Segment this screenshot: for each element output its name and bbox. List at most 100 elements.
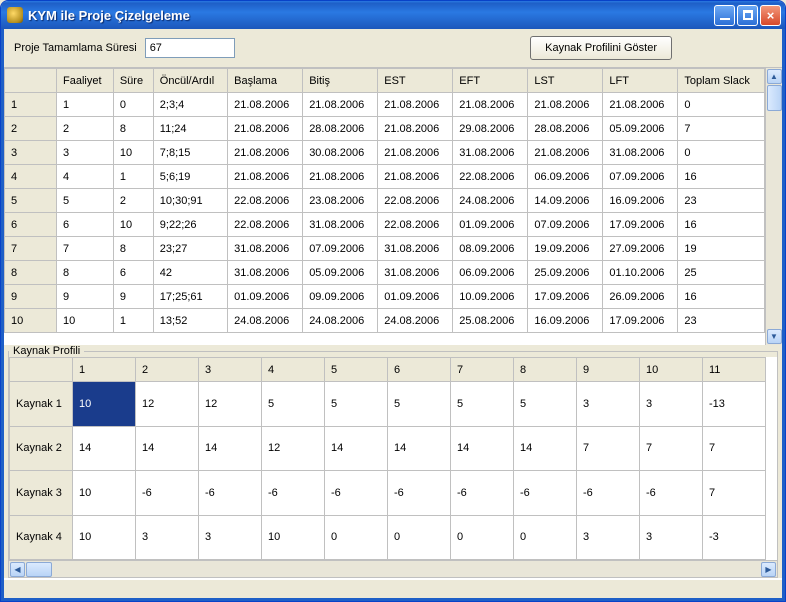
cell[interactable]: 01.10.2006 <box>603 261 678 285</box>
cell[interactable]: 7 <box>57 237 114 261</box>
cell[interactable]: 05.09.2006 <box>303 261 378 285</box>
row-header[interactable]: 10 <box>5 309 57 333</box>
cell[interactable]: -6 <box>199 471 262 516</box>
cell[interactable]: -6 <box>325 471 388 516</box>
cell[interactable]: 01.09.2006 <box>453 213 528 237</box>
cell[interactable]: 21.08.2006 <box>378 141 453 165</box>
cell[interactable]: 24.08.2006 <box>303 309 378 333</box>
cell[interactable]: 22.08.2006 <box>378 213 453 237</box>
cell[interactable]: 01.09.2006 <box>228 285 303 309</box>
row-header[interactable]: 4 <box>5 165 57 189</box>
table-row[interactable]: Kaynak 11012125555533-13 <box>10 382 766 427</box>
table-row[interactable]: 22811;2421.08.200628.08.200621.08.200629… <box>5 117 765 141</box>
scroll-thumb[interactable] <box>767 85 782 111</box>
cell[interactable]: 1 <box>113 165 153 189</box>
cell[interactable]: 21.08.2006 <box>228 93 303 117</box>
activity-grid[interactable]: FaaliyetSüreÖncül/ArdılBaşlamaBitişESTEF… <box>4 68 765 345</box>
cell[interactable]: 21.08.2006 <box>378 165 453 189</box>
cell[interactable]: 0 <box>325 515 388 560</box>
cell[interactable]: 31.08.2006 <box>603 141 678 165</box>
table-row[interactable]: 99917;25;6101.09.200609.09.200601.09.200… <box>5 285 765 309</box>
column-header[interactable]: LST <box>528 69 603 93</box>
column-header[interactable]: 2 <box>136 358 199 382</box>
column-header[interactable]: Başlama <box>228 69 303 93</box>
cell[interactable]: 17.09.2006 <box>528 285 603 309</box>
cell[interactable]: 29.08.2006 <box>453 117 528 141</box>
cell[interactable]: 6 <box>113 261 153 285</box>
cell[interactable]: 31.08.2006 <box>378 237 453 261</box>
column-header[interactable]: 11 <box>703 358 766 382</box>
cell[interactable]: 28.08.2006 <box>528 117 603 141</box>
cell[interactable]: 2;3;4 <box>153 93 227 117</box>
cell[interactable]: 10 <box>73 382 136 427</box>
table-row[interactable]: Kaynak 4103310000033-3 <box>10 515 766 560</box>
cell[interactable]: 10 <box>113 141 153 165</box>
cell[interactable]: 26.09.2006 <box>603 285 678 309</box>
cell[interactable]: 21.08.2006 <box>303 93 378 117</box>
column-header[interactable]: Öncül/Ardıl <box>153 69 227 93</box>
cell[interactable]: 22.08.2006 <box>453 165 528 189</box>
cell[interactable]: 23;27 <box>153 237 227 261</box>
cell[interactable]: 5 <box>514 382 577 427</box>
cell[interactable]: 10 <box>57 309 114 333</box>
cell[interactable]: 14 <box>451 426 514 471</box>
minimize-button[interactable] <box>714 5 735 26</box>
cell[interactable]: 06.09.2006 <box>528 165 603 189</box>
cell[interactable]: 3 <box>57 141 114 165</box>
cell[interactable]: 22.08.2006 <box>228 213 303 237</box>
cell[interactable]: 14 <box>388 426 451 471</box>
cell[interactable]: 21.08.2006 <box>378 117 453 141</box>
cell[interactable]: 22.08.2006 <box>228 189 303 213</box>
table-row[interactable]: 8864231.08.200605.09.200631.08.200606.09… <box>5 261 765 285</box>
cell[interactable]: 16.09.2006 <box>603 189 678 213</box>
cell[interactable]: 21.08.2006 <box>528 141 603 165</box>
cell[interactable]: 4 <box>57 165 114 189</box>
cell[interactable]: 5 <box>262 382 325 427</box>
cell[interactable]: -3 <box>703 515 766 560</box>
cell[interactable]: 14 <box>73 426 136 471</box>
cell[interactable]: 6 <box>57 213 114 237</box>
cell[interactable]: 0 <box>514 515 577 560</box>
cell[interactable]: 23 <box>678 189 765 213</box>
cell[interactable]: 21.08.2006 <box>303 165 378 189</box>
row-header[interactable]: 3 <box>5 141 57 165</box>
cell[interactable]: 09.09.2006 <box>303 285 378 309</box>
vertical-scrollbar[interactable]: ▲ ▼ <box>765 68 782 345</box>
cell[interactable]: 21.08.2006 <box>228 165 303 189</box>
column-header[interactable]: Toplam Slack <box>678 69 765 93</box>
cell[interactable]: 24.08.2006 <box>453 189 528 213</box>
cell[interactable]: 0 <box>388 515 451 560</box>
cell[interactable]: 10 <box>113 213 153 237</box>
row-header[interactable]: 8 <box>5 261 57 285</box>
cell[interactable]: 08.09.2006 <box>453 237 528 261</box>
cell[interactable]: 0 <box>678 141 765 165</box>
cell[interactable]: 0 <box>113 93 153 117</box>
cell[interactable]: 10 <box>262 515 325 560</box>
cell[interactable]: 12 <box>136 382 199 427</box>
column-header[interactable]: 1 <box>73 358 136 382</box>
table-row[interactable]: 1010113;5224.08.200624.08.200624.08.2006… <box>5 309 765 333</box>
column-header[interactable]: 7 <box>451 358 514 382</box>
cell[interactable]: 06.09.2006 <box>453 261 528 285</box>
cell[interactable]: 21.08.2006 <box>528 93 603 117</box>
cell[interactable]: 19.09.2006 <box>528 237 603 261</box>
cell[interactable]: -6 <box>640 471 703 516</box>
row-header[interactable]: Kaynak 1 <box>10 382 73 427</box>
cell[interactable]: 7 <box>640 426 703 471</box>
column-header[interactable]: 5 <box>325 358 388 382</box>
cell[interactable]: 07.09.2006 <box>303 237 378 261</box>
cell[interactable]: 3 <box>577 382 640 427</box>
horizontal-scrollbar[interactable]: ◀ ▶ <box>9 560 777 577</box>
cell[interactable]: 8 <box>57 261 114 285</box>
cell[interactable]: 0 <box>678 93 765 117</box>
cell[interactable]: 3 <box>136 515 199 560</box>
cell[interactable]: 7;8;15 <box>153 141 227 165</box>
row-header[interactable]: 5 <box>5 189 57 213</box>
cell[interactable]: 1 <box>113 309 153 333</box>
row-header[interactable]: 2 <box>5 117 57 141</box>
cell[interactable]: 07.09.2006 <box>528 213 603 237</box>
cell[interactable]: -13 <box>703 382 766 427</box>
cell[interactable]: 12 <box>262 426 325 471</box>
cell[interactable]: -6 <box>577 471 640 516</box>
cell[interactable]: 13;52 <box>153 309 227 333</box>
